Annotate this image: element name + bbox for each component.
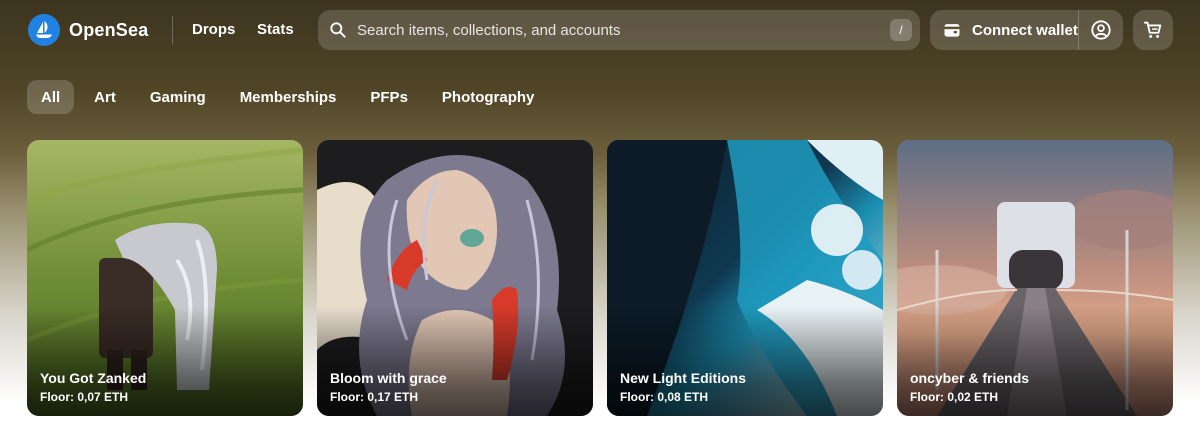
tab-art[interactable]: Art <box>80 80 130 114</box>
collection-card[interactable]: Bloom with grace Floor: 0,17 ETH <box>317 140 593 416</box>
collection-title: You Got Zanked <box>40 370 147 386</box>
connect-wallet-label: Connect wallet <box>972 21 1078 39</box>
nav-divider <box>172 16 173 44</box>
collection-title: New Light Editions <box>620 370 746 386</box>
collection-floor-price: Floor: 0,02 ETH <box>910 390 999 404</box>
collection-card[interactable]: oncyber & friends Floor: 0,02 ETH <box>897 140 1173 416</box>
search-bar[interactable]: / <box>318 10 920 50</box>
collection-card[interactable]: You Got Zanked Floor: 0,07 ETH <box>27 140 303 416</box>
collection-floor-price: Floor: 0,17 ETH <box>330 390 419 404</box>
nav-stats-link[interactable]: Stats <box>257 21 294 38</box>
search-icon <box>330 22 346 38</box>
category-tabs: All Art Gaming Memberships PFPs Photogra… <box>27 80 554 114</box>
tab-gaming[interactable]: Gaming <box>136 80 220 114</box>
collection-card[interactable]: New Light Editions Floor: 0,08 ETH <box>607 140 883 416</box>
collection-title: Bloom with grace <box>330 370 447 386</box>
collection-floor-price: Floor: 0,08 ETH <box>620 390 709 404</box>
profile-button[interactable] <box>1079 10 1123 50</box>
profile-icon <box>1091 20 1111 40</box>
wallet-group: Connect wallet <box>930 10 1123 50</box>
tab-all[interactable]: All <box>27 80 75 114</box>
opensea-logo[interactable]: OpenSea <box>28 14 148 46</box>
collection-title: oncyber & friends <box>910 370 1030 386</box>
search-shortcut-key: / <box>890 19 912 41</box>
wallet-icon <box>944 24 960 37</box>
brand-name: OpenSea <box>69 19 149 40</box>
collection-floor-price: Floor: 0,07 ETH <box>40 390 129 404</box>
nav-drops-link[interactable]: Drops <box>192 21 235 38</box>
top-navbar: OpenSea Drops Stats / Connect wallet <box>0 0 1200 62</box>
tab-pfps[interactable]: PFPs <box>356 80 422 114</box>
cart-button[interactable] <box>1133 10 1173 50</box>
tab-memberships[interactable]: Memberships <box>226 80 351 114</box>
connect-wallet-button[interactable]: Connect wallet <box>930 10 1078 50</box>
sailboat-icon <box>28 14 60 46</box>
search-input[interactable] <box>357 21 877 39</box>
tab-photography[interactable]: Photography <box>428 80 549 114</box>
cart-icon <box>1143 21 1162 38</box>
